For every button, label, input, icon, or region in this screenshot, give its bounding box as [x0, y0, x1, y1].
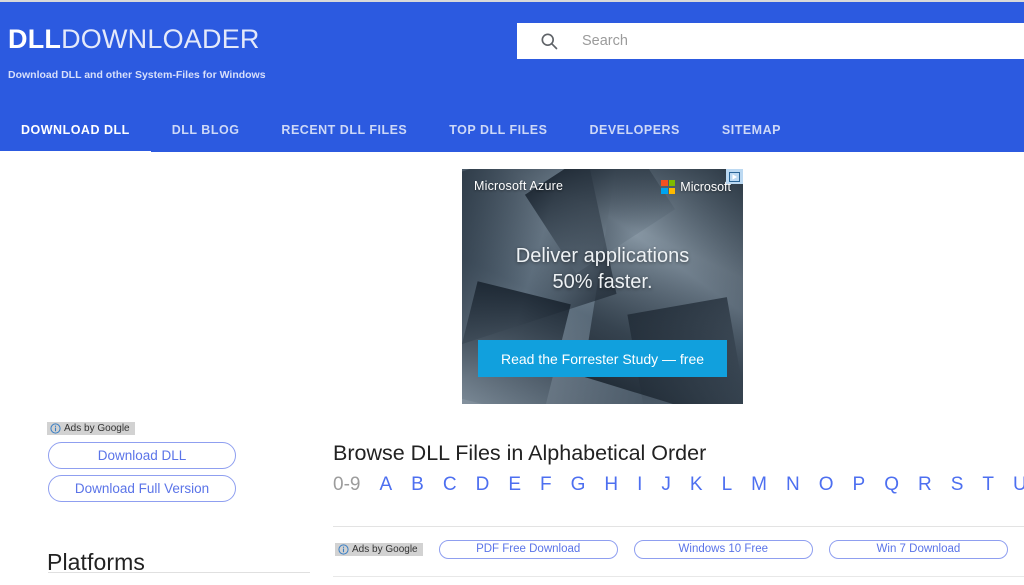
- search-icon: [541, 33, 558, 50]
- alphabet-item-i[interactable]: I: [637, 474, 642, 496]
- alphabet-item-l[interactable]: L: [722, 474, 733, 496]
- alphabet-item-j[interactable]: J: [661, 474, 671, 496]
- sidebar-ad-link-download-dll[interactable]: Download DLL: [48, 442, 236, 469]
- info-circle-icon: [50, 423, 61, 434]
- site-logo[interactable]: DLLDOWNLOADER: [8, 24, 260, 55]
- page-body: Microsoft Azure Microsoft Deliver applic…: [0, 152, 1024, 585]
- alphabet-item-b[interactable]: B: [411, 474, 424, 496]
- ads-by-google-label: Ads by Google: [352, 543, 418, 555]
- ad-cta-button[interactable]: Read the Forrester Study — free: [478, 340, 727, 377]
- microsoft-squares-icon: [661, 180, 676, 194]
- sidebar-ads-by-google-badge[interactable]: Ads by Google: [47, 422, 135, 435]
- alphabet-item-f[interactable]: F: [540, 474, 552, 496]
- bottom-ad-divider-top: [333, 526, 1024, 527]
- microsoft-logo: Microsoft: [661, 180, 731, 194]
- nav-label: TOP DLL FILES: [449, 123, 548, 137]
- alphabet-item-u[interactable]: U: [1013, 474, 1024, 496]
- alphabet-item-k[interactable]: K: [690, 474, 703, 496]
- nav-label: DLL BLOG: [171, 123, 240, 137]
- alphabet-item-r[interactable]: R: [918, 474, 932, 496]
- info-circle-icon: [338, 543, 349, 555]
- nav-item-top-dll-files[interactable]: TOP DLL FILES: [428, 112, 568, 154]
- alphabet-item-m[interactable]: M: [751, 474, 767, 496]
- search-input[interactable]: [582, 29, 1012, 53]
- page-title: Browse DLL Files in Alphabetical Order: [333, 441, 707, 466]
- platforms-divider: [48, 572, 310, 573]
- bottom-ad-row: Ads by Google PDF Free Download Windows …: [333, 537, 1024, 561]
- alphabet-item-e[interactable]: E: [508, 474, 521, 496]
- alphabet-item-o[interactable]: O: [819, 474, 834, 496]
- nav-label: DEVELOPERS: [589, 123, 680, 137]
- alphabet-item-s[interactable]: S: [951, 474, 964, 496]
- alphabet-item-p[interactable]: P: [853, 474, 866, 496]
- alphabet-item-q[interactable]: Q: [884, 474, 899, 496]
- alphabet-item-c[interactable]: C: [443, 474, 457, 496]
- sidebar-ad-link-download-full-version[interactable]: Download Full Version: [48, 475, 236, 502]
- bottom-ad-link-pdf-free-download[interactable]: PDF Free Download: [438, 539, 618, 559]
- alphabet-item-t[interactable]: T: [982, 474, 994, 496]
- top-banner-ad[interactable]: Microsoft Azure Microsoft Deliver applic…: [462, 169, 743, 404]
- ads-by-google-label: Ads by Google: [64, 423, 130, 434]
- adchoices-icon[interactable]: [726, 169, 743, 184]
- nav-item-download-dll[interactable]: DOWNLOAD DLL: [0, 112, 151, 154]
- bottom-ad-divider-bottom: [333, 576, 1024, 577]
- site-header: DLLDOWNLOADER Download DLL and other Sys…: [0, 2, 1024, 154]
- nav-item-recent-dll-files[interactable]: RECENT DLL FILES: [260, 112, 428, 154]
- nav-label: RECENT DLL FILES: [281, 123, 408, 137]
- main-navigation: DOWNLOAD DLL DLL BLOG RECENT DLL FILES T…: [0, 112, 802, 154]
- logo-text-light: DOWNLOADER: [61, 24, 260, 54]
- nav-item-sitemap[interactable]: SITEMAP: [701, 112, 802, 154]
- alphabet-item-d[interactable]: D: [476, 474, 490, 496]
- nav-item-dll-blog[interactable]: DLL BLOG: [151, 112, 261, 154]
- ad-headline-line-1: Deliver applications: [515, 245, 690, 267]
- logo-text-strong: DLL: [8, 24, 62, 54]
- alphabet-item-a[interactable]: A: [379, 474, 392, 496]
- bottom-ad-link-windows-10-free[interactable]: Windows 10 Free: [633, 539, 813, 559]
- alphabet-item-h[interactable]: H: [604, 474, 618, 496]
- nav-item-developers[interactable]: DEVELOPERS: [568, 112, 700, 154]
- ad-headline-line-2: 50% faster.: [552, 271, 653, 293]
- ad-headline: Deliver applications 50% faster.: [462, 243, 743, 295]
- adchoices-triangle-glyph: [729, 171, 740, 182]
- alphabet-item-0-9: 0-9: [333, 474, 361, 495]
- bottom-ad-link-win-7-download[interactable]: Win 7 Download: [828, 539, 1008, 559]
- alphabet-item-g[interactable]: G: [571, 474, 586, 496]
- ad-advertiser-label: Microsoft Azure: [474, 179, 564, 193]
- ad-brand-label: Microsoft: [680, 180, 731, 194]
- alphabet-item-n[interactable]: N: [786, 474, 800, 496]
- bottom-ads-by-google-badge[interactable]: Ads by Google: [335, 542, 423, 556]
- alphabet-index: 0-9 A B C D E F G H I J K L M N O P Q R …: [333, 474, 1024, 496]
- search-bar[interactable]: [517, 23, 1024, 59]
- nav-label: DOWNLOAD DLL: [21, 123, 130, 137]
- site-tagline: Download DLL and other System-Files for …: [8, 69, 266, 81]
- nav-label: SITEMAP: [721, 123, 781, 137]
